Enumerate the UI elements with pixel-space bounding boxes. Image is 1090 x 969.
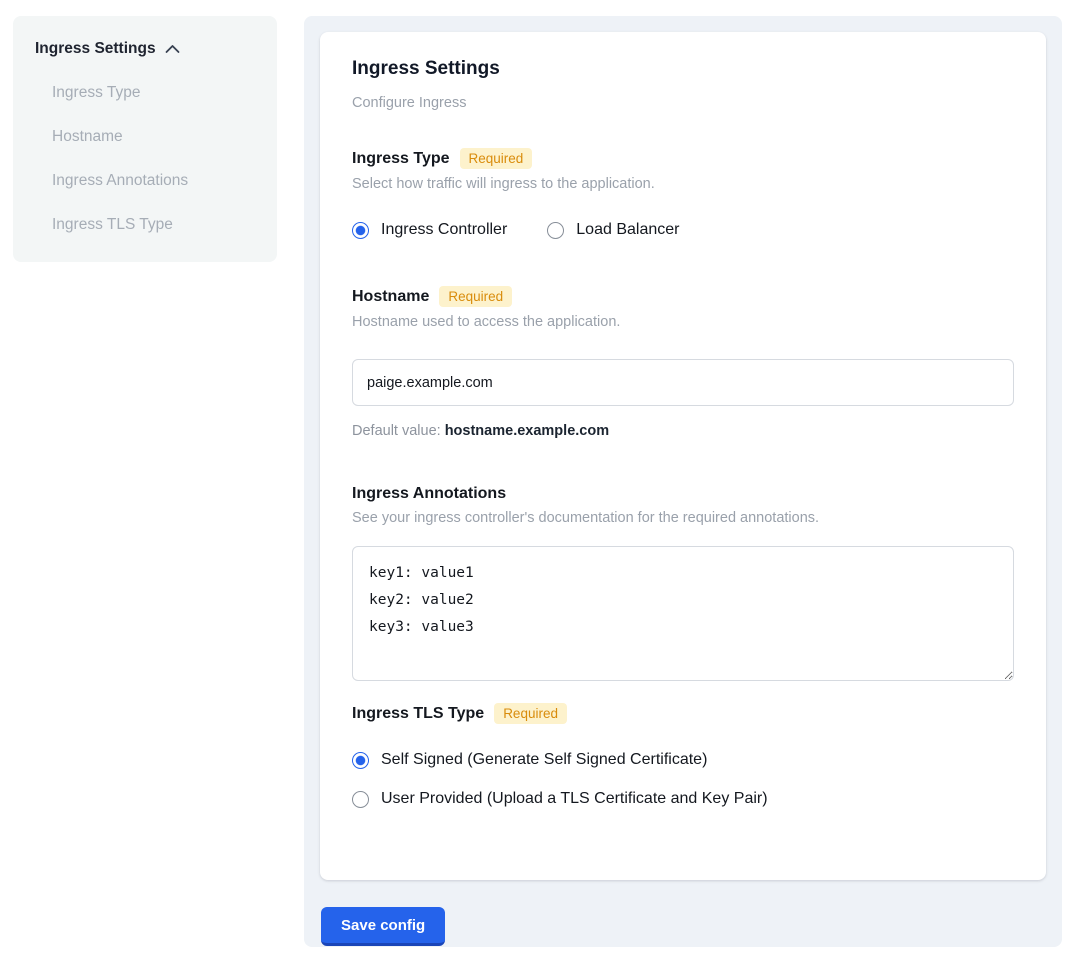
radio-label-user-provided: User Provided (Upload a TLS Certificate … xyxy=(381,790,768,808)
radio-label-ingress-controller: Ingress Controller xyxy=(381,221,507,239)
ingress-controller-radio[interactable] xyxy=(352,222,369,239)
required-badge: Required xyxy=(460,148,533,169)
radio-label-load-balancer: Load Balancer xyxy=(576,221,679,239)
settings-panel: Ingress Settings Configure Ingress Ingre… xyxy=(304,16,1062,947)
sidebar-item-ingress-annotations[interactable]: Ingress Annotations xyxy=(35,172,253,190)
card-title: Ingress Settings xyxy=(352,58,1014,80)
radio-option-ingress-controller[interactable]: Ingress Controller xyxy=(352,221,507,239)
hostname-default-prefix: Default value: xyxy=(352,423,445,439)
sidebar-item-ingress-type[interactable]: Ingress Type xyxy=(35,84,253,102)
ingress-annotations-label: Ingress Annotations xyxy=(352,485,506,503)
sidebar-item-ingress-tls-type[interactable]: Ingress TLS Type xyxy=(35,216,253,234)
load-balancer-radio[interactable] xyxy=(547,222,564,239)
ingress-type-label: Ingress Type xyxy=(352,150,450,168)
hostname-default-value: hostname.example.com xyxy=(445,423,609,439)
hostname-default-line: Default value: hostname.example.com xyxy=(352,423,1014,439)
user-provided-radio[interactable] xyxy=(352,791,369,808)
field-hostname: Hostname Required Hostname used to acces… xyxy=(352,286,1014,439)
ingress-type-options: Ingress Controller Load Balancer xyxy=(352,221,1014,239)
self-signed-radio[interactable] xyxy=(352,752,369,769)
required-badge: Required xyxy=(439,286,512,307)
card-subtitle: Configure Ingress xyxy=(352,95,1014,111)
ingress-tls-type-label: Ingress TLS Type xyxy=(352,705,484,723)
ingress-annotations-textarea[interactable]: key1: value1 key2: value2 key3: value3 xyxy=(352,546,1014,681)
ingress-annotations-help: See your ingress controller's documentat… xyxy=(352,510,1014,526)
page: Ingress Settings Ingress Type Hostname I… xyxy=(0,0,1090,969)
ingress-tls-type-options: Self Signed (Generate Self Signed Certif… xyxy=(352,751,1014,808)
sidebar-item-hostname[interactable]: Hostname xyxy=(35,128,253,146)
sidebar-header[interactable]: Ingress Settings xyxy=(35,40,253,58)
hostname-help: Hostname used to access the application. xyxy=(352,314,1014,330)
field-ingress-type: Ingress Type Required Select how traffic… xyxy=(352,148,1014,239)
hostname-label: Hostname xyxy=(352,288,429,306)
radio-option-load-balancer[interactable]: Load Balancer xyxy=(547,221,679,239)
chevron-up-icon xyxy=(165,44,180,54)
radio-option-self-signed[interactable]: Self Signed (Generate Self Signed Certif… xyxy=(352,751,1014,769)
field-ingress-annotations: Ingress Annotations See your ingress con… xyxy=(352,485,1014,681)
ingress-type-help: Select how traffic will ingress to the a… xyxy=(352,176,1014,192)
ingress-settings-card: Ingress Settings Configure Ingress Ingre… xyxy=(320,32,1046,880)
sidebar: Ingress Settings Ingress Type Hostname I… xyxy=(13,16,277,262)
required-badge: Required xyxy=(494,703,567,724)
save-config-button[interactable]: Save config xyxy=(321,907,445,946)
field-ingress-tls-type: Ingress TLS Type Required Self Signed (G… xyxy=(352,703,1014,808)
sidebar-header-label: Ingress Settings xyxy=(35,40,156,58)
radio-label-self-signed: Self Signed (Generate Self Signed Certif… xyxy=(381,751,707,769)
radio-option-user-provided[interactable]: User Provided (Upload a TLS Certificate … xyxy=(352,790,1014,808)
hostname-input[interactable] xyxy=(352,359,1014,406)
sidebar-nav: Ingress Type Hostname Ingress Annotation… xyxy=(35,84,253,234)
